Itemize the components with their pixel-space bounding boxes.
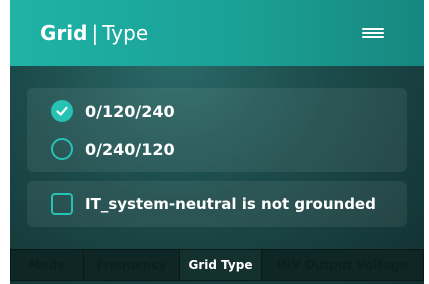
it-system-label: IT_system-neutral is not grounded xyxy=(85,195,376,213)
page-title: Grid | Type xyxy=(40,20,148,46)
title-separator: | xyxy=(91,21,99,45)
radio-checked-icon[interactable] xyxy=(51,100,73,122)
tab-inv-output-voltage[interactable]: INV Output Voltage xyxy=(262,250,423,280)
it-system-checkbox-row[interactable]: IT_system-neutral is not grounded xyxy=(51,192,376,216)
header-bar: Grid | Type xyxy=(10,0,424,66)
grid-type-option-0-240-120[interactable]: 0/240/120 xyxy=(51,136,175,162)
grid-type-option-label: 0/240/120 xyxy=(85,139,175,159)
grid-type-option-0-120-240[interactable]: 0/120/240 xyxy=(51,98,175,124)
radio-unchecked-icon[interactable] xyxy=(51,138,73,160)
it-system-checkbox[interactable] xyxy=(51,193,73,215)
app-screen: Grid | Type 0/120/240 0/240/120 IT_system-… xyxy=(10,0,424,284)
grid-type-options-panel: 0/120/240 0/240/120 xyxy=(27,88,407,172)
page-title-section: Grid xyxy=(40,21,88,45)
it-system-panel: IT_system-neutral is not grounded xyxy=(27,181,407,227)
grid-type-option-label: 0/120/240 xyxy=(85,101,175,121)
page-title-subsection: Type xyxy=(102,21,149,45)
bottom-tab-bar: Mode Frequency Grid Type INV Output Volt… xyxy=(10,249,424,281)
hamburger-menu-icon[interactable] xyxy=(362,25,384,41)
tab-mode[interactable]: Mode xyxy=(11,250,84,280)
tab-frequency[interactable]: Frequency xyxy=(84,250,181,280)
tab-grid-type[interactable]: Grid Type xyxy=(180,250,262,280)
